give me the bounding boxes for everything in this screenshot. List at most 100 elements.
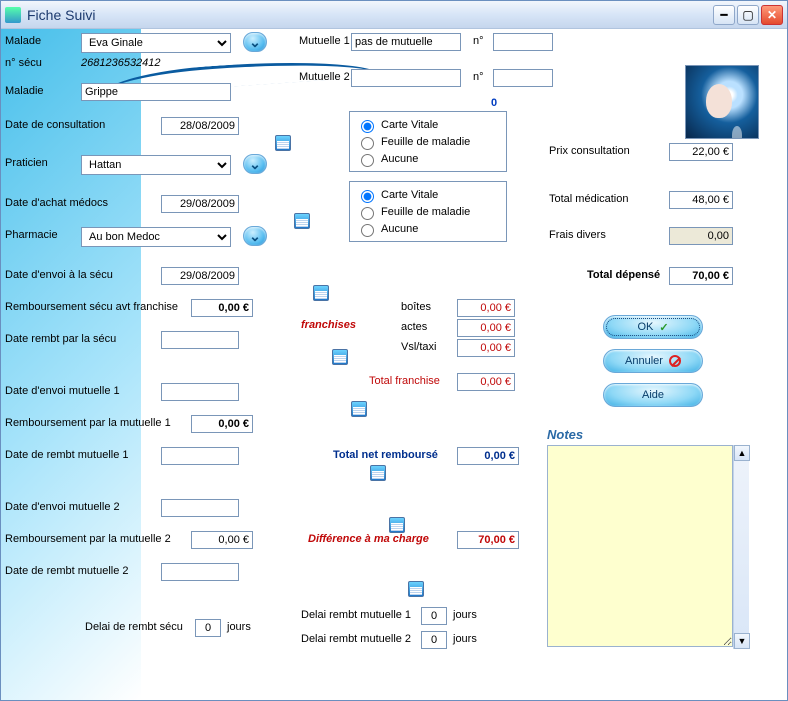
depense-input[interactable] [669, 267, 733, 285]
g2-aucune-radio[interactable] [361, 224, 374, 237]
g1-aucune-radio[interactable] [361, 154, 374, 167]
secu-label: n° sécu [5, 57, 42, 69]
aide-label: Aide [642, 389, 664, 401]
patient-photo [685, 65, 759, 139]
date-envoi-mut2-input[interactable] [161, 499, 239, 517]
malade-label: Malade [5, 35, 41, 47]
date-achat-input[interactable] [161, 195, 239, 213]
date-rembt-secu-input[interactable] [161, 331, 239, 349]
titlebar: Fiche Suivi ━ ▢ ✕ [1, 1, 787, 29]
mut2-label: Mutuelle 2 [299, 71, 350, 83]
fr-total-input[interactable] [457, 373, 515, 391]
mut2-no-input[interactable] [493, 69, 553, 87]
g2-opt2-label: Feuille de maladie [381, 206, 470, 218]
calendar-icon[interactable] [313, 285, 329, 301]
date-consult-input[interactable] [161, 117, 239, 135]
malade-lookup-button[interactable]: ⌄ [243, 32, 267, 52]
g1-feuille-radio[interactable] [361, 137, 374, 150]
praticien-select[interactable]: Hattan [81, 155, 231, 175]
depense-label: Total dépensé [587, 269, 660, 281]
pharmacie-select[interactable]: Au bon Medoc [81, 227, 231, 247]
annuler-label: Annuler [625, 355, 663, 367]
remb-mut2-label: Remboursement par la mutuelle 2 [5, 533, 171, 545]
window: Fiche Suivi ━ ▢ ✕ Malade Eva Ginale ⌄ n°… [0, 0, 788, 701]
delai-secu-input[interactable] [195, 619, 221, 637]
medic-input[interactable] [669, 191, 733, 209]
mut2-no-label: n° [473, 71, 484, 83]
window-title: Fiche Suivi [27, 7, 711, 23]
g2-feuille-radio[interactable] [361, 207, 374, 220]
frais-label: Frais divers [549, 229, 606, 241]
g1-carte-vitale-radio[interactable] [361, 120, 374, 133]
scroll-down-icon[interactable]: ▼ [734, 633, 750, 649]
notes-scrollbar[interactable]: ▲ ▼ [733, 445, 749, 649]
mut1-no-input[interactable] [493, 33, 553, 51]
calendar-icon[interactable] [408, 581, 424, 597]
ok-button[interactable]: OK ✓ [603, 315, 703, 339]
praticien-lookup-button[interactable]: ⌄ [243, 154, 267, 174]
calendar-icon[interactable] [389, 517, 405, 533]
mut1-no-label: n° [473, 35, 484, 47]
delai-mut1-input[interactable] [421, 607, 447, 625]
check-icon: ✓ [659, 321, 668, 334]
remb-mut1-input[interactable] [191, 415, 253, 433]
annuler-button[interactable]: Annuler [603, 349, 703, 373]
notes-container: ▲ ▼ [547, 445, 749, 649]
date-envoi-mut1-input[interactable] [161, 383, 239, 401]
g2-carte-vitale-radio[interactable] [361, 190, 374, 203]
pharmacie-lookup-button[interactable]: ⌄ [243, 226, 267, 246]
aide-button[interactable]: Aide [603, 383, 703, 407]
maximize-button[interactable]: ▢ [737, 5, 759, 25]
client-area: Malade Eva Ginale ⌄ n° sécu 268123653241… [1, 29, 787, 700]
doc-type-group-1: Carte Vitale Feuille de maladie Aucune [349, 111, 507, 172]
frais-input[interactable] [669, 227, 733, 245]
delai-mut2-input[interactable] [421, 631, 447, 649]
fr-vsl-input[interactable] [457, 339, 515, 357]
total-net-input[interactable] [457, 447, 519, 465]
forbid-icon [669, 355, 681, 367]
diff-charge-input[interactable] [457, 531, 519, 549]
mut1-input[interactable] [351, 33, 461, 51]
g2-opt3-label: Aucune [381, 223, 418, 235]
notes-textarea[interactable] [547, 445, 733, 647]
g1-opt1-label: Carte Vitale [381, 119, 438, 131]
delai-secu-unit: jours [227, 621, 251, 633]
date-rembt-mut1-input[interactable] [161, 447, 239, 465]
date-envoi-mut1-label: Date d'envoi mutuelle 1 [5, 385, 120, 397]
calendar-icon[interactable] [275, 135, 291, 151]
date-achat-label: Date d'achat médocs [5, 197, 108, 209]
ok-label: OK [637, 321, 653, 333]
fr-boites-label: boîtes [401, 301, 431, 313]
secu-value: 2681236532412 [81, 57, 161, 69]
mut2-input[interactable] [351, 69, 461, 87]
app-icon [5, 7, 21, 23]
close-button[interactable]: ✕ [761, 5, 783, 25]
medic-label: Total médication [549, 193, 629, 205]
calendar-icon[interactable] [370, 465, 386, 481]
scroll-up-icon[interactable]: ▲ [734, 445, 750, 461]
calendar-icon[interactable] [294, 213, 310, 229]
maladie-input[interactable] [81, 83, 231, 101]
mut1-label: Mutuelle 1 [299, 35, 350, 47]
date-rembt-mut2-input[interactable] [161, 563, 239, 581]
fr-actes-input[interactable] [457, 319, 515, 337]
date-envoi-secu-input[interactable] [161, 267, 239, 285]
remb-secu-input[interactable] [191, 299, 253, 317]
franchises-section-label: franchises [301, 319, 356, 331]
calendar-icon[interactable] [332, 349, 348, 365]
calendar-icon[interactable] [351, 401, 367, 417]
remb-mut2-input[interactable] [191, 531, 253, 549]
prix-input[interactable] [669, 143, 733, 161]
g1-opt3-label: Aucune [381, 153, 418, 165]
fr-actes-label: actes [401, 321, 427, 333]
date-consult-label: Date de consultation [5, 119, 105, 131]
form: Malade Eva Ginale ⌄ n° sécu 268123653241… [1, 29, 787, 700]
fr-boites-input[interactable] [457, 299, 515, 317]
date-rembt-secu-label: Date rembt par la sécu [5, 333, 116, 345]
remb-mut1-label: Remboursement par la mutuelle 1 [5, 417, 171, 429]
malade-select[interactable]: Eva Ginale [81, 33, 231, 53]
fr-vsl-label: Vsl/taxi [401, 341, 436, 353]
group-zero: 0 [491, 97, 497, 109]
date-envoi-secu-label: Date d'envoi à la sécu [5, 269, 113, 281]
minimize-button[interactable]: ━ [713, 5, 735, 25]
